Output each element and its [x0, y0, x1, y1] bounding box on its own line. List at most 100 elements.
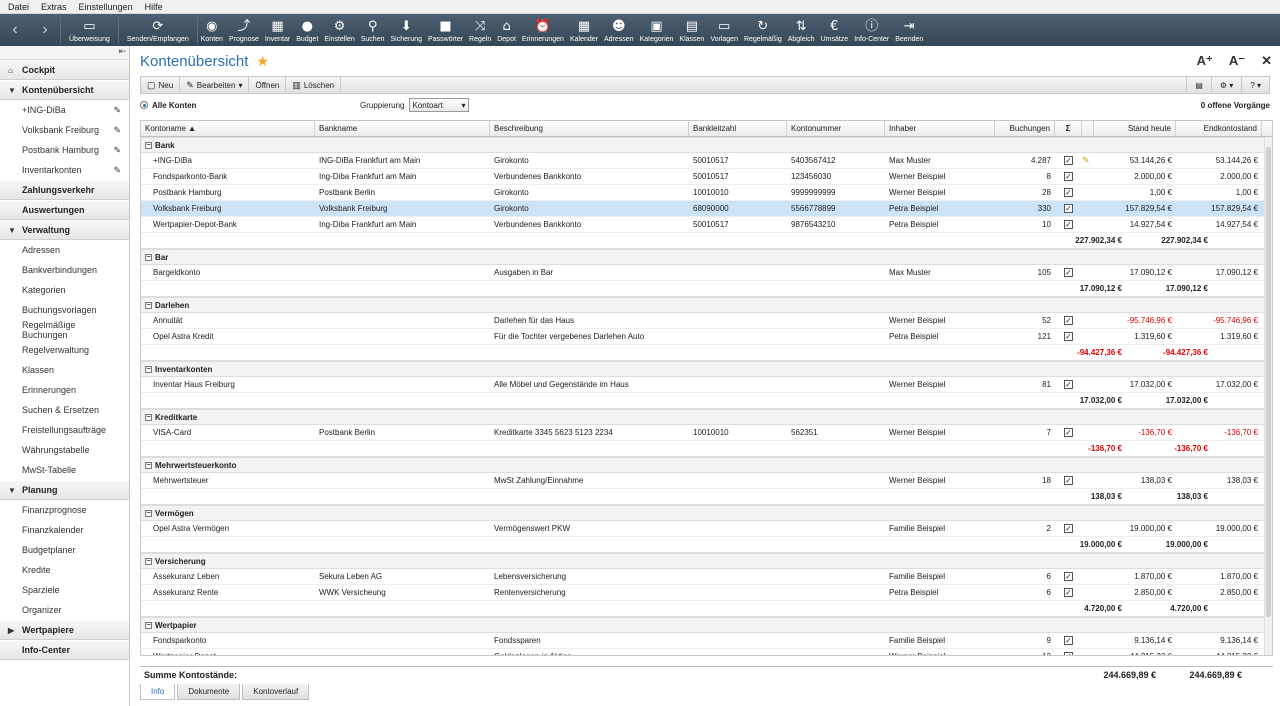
sidebar-item[interactable]: Organizer — [0, 600, 129, 620]
table-row[interactable]: Bargeldkonto Ausgaben in Bar Max Muster 105… — [141, 265, 1272, 281]
sidebar-item[interactable]: Freistellungsaufträge — [0, 420, 129, 440]
ueberweisung-button[interactable]: ▭ Überweisung — [61, 14, 118, 46]
sidebar-item[interactable]: Finanzprognose — [0, 500, 129, 520]
group-row[interactable]: − Mehrwertsteuerkonto — [141, 457, 1272, 473]
group-row[interactable]: − Darlehen — [141, 297, 1272, 313]
sidebar-item[interactable]: Bankverbindungen — [0, 260, 129, 280]
toolbar-vorlagen[interactable]: ▭ Vorlagen — [707, 14, 741, 46]
back-arrow-icon[interactable]: ‹ — [0, 14, 30, 46]
grouping-select[interactable]: Kontoart ▾ — [409, 98, 470, 112]
column-header[interactable]: Beschreibung — [490, 121, 689, 136]
sum-checkbox[interactable]: ✓ — [1064, 220, 1073, 229]
column-header[interactable]: Σ — [1055, 121, 1082, 136]
sidebar-item[interactable]: Suchen & Ersetzen — [0, 400, 129, 420]
collapse-group-icon[interactable]: − — [145, 365, 152, 373]
collapse-group-icon[interactable]: − — [145, 557, 152, 565]
table-row[interactable]: Assekuranz Leben Sekura Leben AG Lebensver… — [141, 569, 1272, 585]
scrollbar-thumb[interactable] — [1266, 147, 1271, 617]
pin-icon[interactable]: ✎ — [113, 165, 121, 176]
toolbar-info-center[interactable]: ⓘ Info-Center — [851, 14, 892, 46]
group-row[interactable]: − Versicherung — [141, 553, 1272, 569]
toolbar-sicherung[interactable]: ⬇ Sicherung — [388, 14, 426, 46]
toolbar-kalender[interactable]: ▦ Kalender — [567, 14, 601, 46]
sum-checkbox[interactable]: ✓ — [1064, 428, 1073, 437]
tab-dokumente[interactable]: Dokumente — [177, 684, 241, 700]
sidebar-konto-ing[interactable]: +ING-DiBa ✎ — [0, 100, 129, 120]
sidebar-item[interactable]: Klassen — [0, 360, 129, 380]
table-row[interactable]: Mehrwertsteuer MwSt Zahlung/Einnahme Werne… — [141, 473, 1272, 489]
delete-button[interactable]: ▥ Löschen — [286, 77, 342, 93]
sum-checkbox[interactable]: ✓ — [1064, 316, 1073, 325]
table-row[interactable]: Inventar Haus Freiburg Alle Möbel und Geg… — [141, 377, 1272, 393]
column-header[interactable] — [1082, 121, 1094, 136]
column-header[interactable]: Buchungen — [995, 121, 1055, 136]
column-header[interactable]: Inhaber — [885, 121, 995, 136]
collapse-group-icon[interactable]: − — [145, 141, 152, 149]
tab-kontoverlauf[interactable]: Kontoverlauf — [242, 684, 310, 700]
pin-icon[interactable]: ✎ — [113, 125, 121, 136]
column-header[interactable]: Kontonummer — [787, 121, 885, 136]
toolbar-depot[interactable]: ⌂ Depot — [494, 14, 519, 46]
close-icon[interactable]: ✕ — [1261, 53, 1272, 69]
menu-einstellungen[interactable]: Einstellungen — [79, 2, 133, 12]
new-button[interactable]: ▢ Neu — [141, 77, 181, 93]
group-row[interactable]: − Wertpapier — [141, 617, 1272, 633]
group-row[interactable]: − Bank — [141, 137, 1272, 153]
collapse-group-icon[interactable]: − — [145, 253, 152, 261]
sum-checkbox[interactable]: ✓ — [1064, 380, 1073, 389]
sidebar-wertpapiere[interactable]: ▶ Wertpapiere — [0, 620, 129, 640]
sidebar-item[interactable]: Sparziele — [0, 580, 129, 600]
all-accounts-radio[interactable]: Alle Konten — [140, 101, 196, 110]
sidebar-item[interactable]: MwSt-Tabelle — [0, 460, 129, 480]
sum-checkbox[interactable]: ✓ — [1064, 188, 1073, 197]
sidebar-info-center[interactable]: Info-Center — [0, 640, 129, 660]
sidebar-item[interactable]: Erinnerungen — [0, 380, 129, 400]
group-row[interactable]: − Bar — [141, 249, 1272, 265]
font-decrease-icon[interactable]: A⁻ — [1229, 53, 1245, 69]
font-increase-icon[interactable]: A⁺ — [1197, 53, 1213, 69]
column-header[interactable]: Kontoname ▲ — [141, 121, 315, 136]
sidebar-kontenuebersicht[interactable]: ▼ Kontenübersicht — [0, 80, 129, 100]
toolbar-umsaetze[interactable]: € Umsätze — [818, 14, 852, 46]
senden-empfangen-button[interactable]: ⟳ Senden/Empfangen — [119, 14, 197, 46]
sum-checkbox[interactable]: ✓ — [1064, 524, 1073, 533]
table-row[interactable]: Annuität Darlehen für das Haus Werner Beis… — [141, 313, 1272, 329]
table-row[interactable]: Assekuranz Rente WWK Versicheung Rentenver… — [141, 585, 1272, 601]
sidebar-item[interactable]: Regelmäßige Buchungen — [0, 320, 129, 340]
sum-checkbox[interactable]: ✓ — [1064, 204, 1073, 213]
column-header[interactable]: Stand heute — [1094, 121, 1176, 136]
toolbar-suchen[interactable]: ⚲ Suchen — [358, 14, 388, 46]
toolbar-adressen[interactable]: ☻ Adressen — [601, 14, 637, 46]
sidebar-item[interactable]: Währungstabelle — [0, 440, 129, 460]
print-button[interactable]: ▤ — [1186, 77, 1211, 93]
toolbar-kategorien[interactable]: ▣ Kategorien — [637, 14, 677, 46]
toolbar-budget[interactable]: ● Budget — [293, 14, 321, 46]
tab-info[interactable]: Info — [140, 684, 176, 700]
sidebar-konto-postbank[interactable]: Postbank Hamburg ✎ — [0, 140, 129, 160]
scrollbar[interactable] — [1264, 137, 1272, 655]
toolbar-erinnerungen[interactable]: ⏰ Erinnerungen — [519, 14, 567, 46]
sidebar-item[interactable]: Buchungsvorlagen — [0, 300, 129, 320]
help-button[interactable]: ? ▾ — [1241, 77, 1269, 93]
sum-checkbox[interactable]: ✓ — [1064, 572, 1073, 581]
sidebar-item[interactable]: Regelverwaltung — [0, 340, 129, 360]
sum-checkbox[interactable]: ✓ — [1064, 268, 1073, 277]
table-row[interactable]: Opel Astra Kredit Für die Tochter vergebe… — [141, 329, 1272, 345]
sum-checkbox[interactable]: ✓ — [1064, 332, 1073, 341]
sum-checkbox[interactable]: ✓ — [1064, 652, 1073, 655]
sidebar-zahlungsverkehr[interactable]: Zahlungsverkehr — [0, 180, 129, 200]
table-row[interactable]: Fondsparkonto-Bank Ing-Diba Frankfurt am … — [141, 169, 1272, 185]
sidebar-verwaltung[interactable]: ▼ Verwaltung — [0, 220, 129, 240]
toolbar-regeln[interactable]: ⤨ Regeln — [466, 14, 494, 46]
column-header[interactable]: Bankleitzahl — [689, 121, 787, 136]
toolbar-beenden[interactable]: ⇥ Beenden — [892, 14, 926, 46]
sidebar-item[interactable]: Adressen — [0, 240, 129, 260]
edit-button[interactable]: ✎ Bearbeiten ▾ — [180, 77, 250, 93]
toolbar-passwoerter[interactable]: ■ Passwörter — [425, 14, 466, 46]
pin-icon[interactable]: ✎ — [113, 145, 121, 156]
sidebar-konto-inventar[interactable]: Inventarkonten ✎ — [0, 160, 129, 180]
collapse-group-icon[interactable]: − — [145, 413, 152, 421]
toolbar-regelmaessig[interactable]: ↻ Regelmäßig — [741, 14, 785, 46]
table-row[interactable]: Volksbank Freiburg Volksbank Freiburg Giro… — [141, 201, 1272, 217]
toolbar-einstellen[interactable]: ⚙ Einstellen — [321, 14, 357, 46]
